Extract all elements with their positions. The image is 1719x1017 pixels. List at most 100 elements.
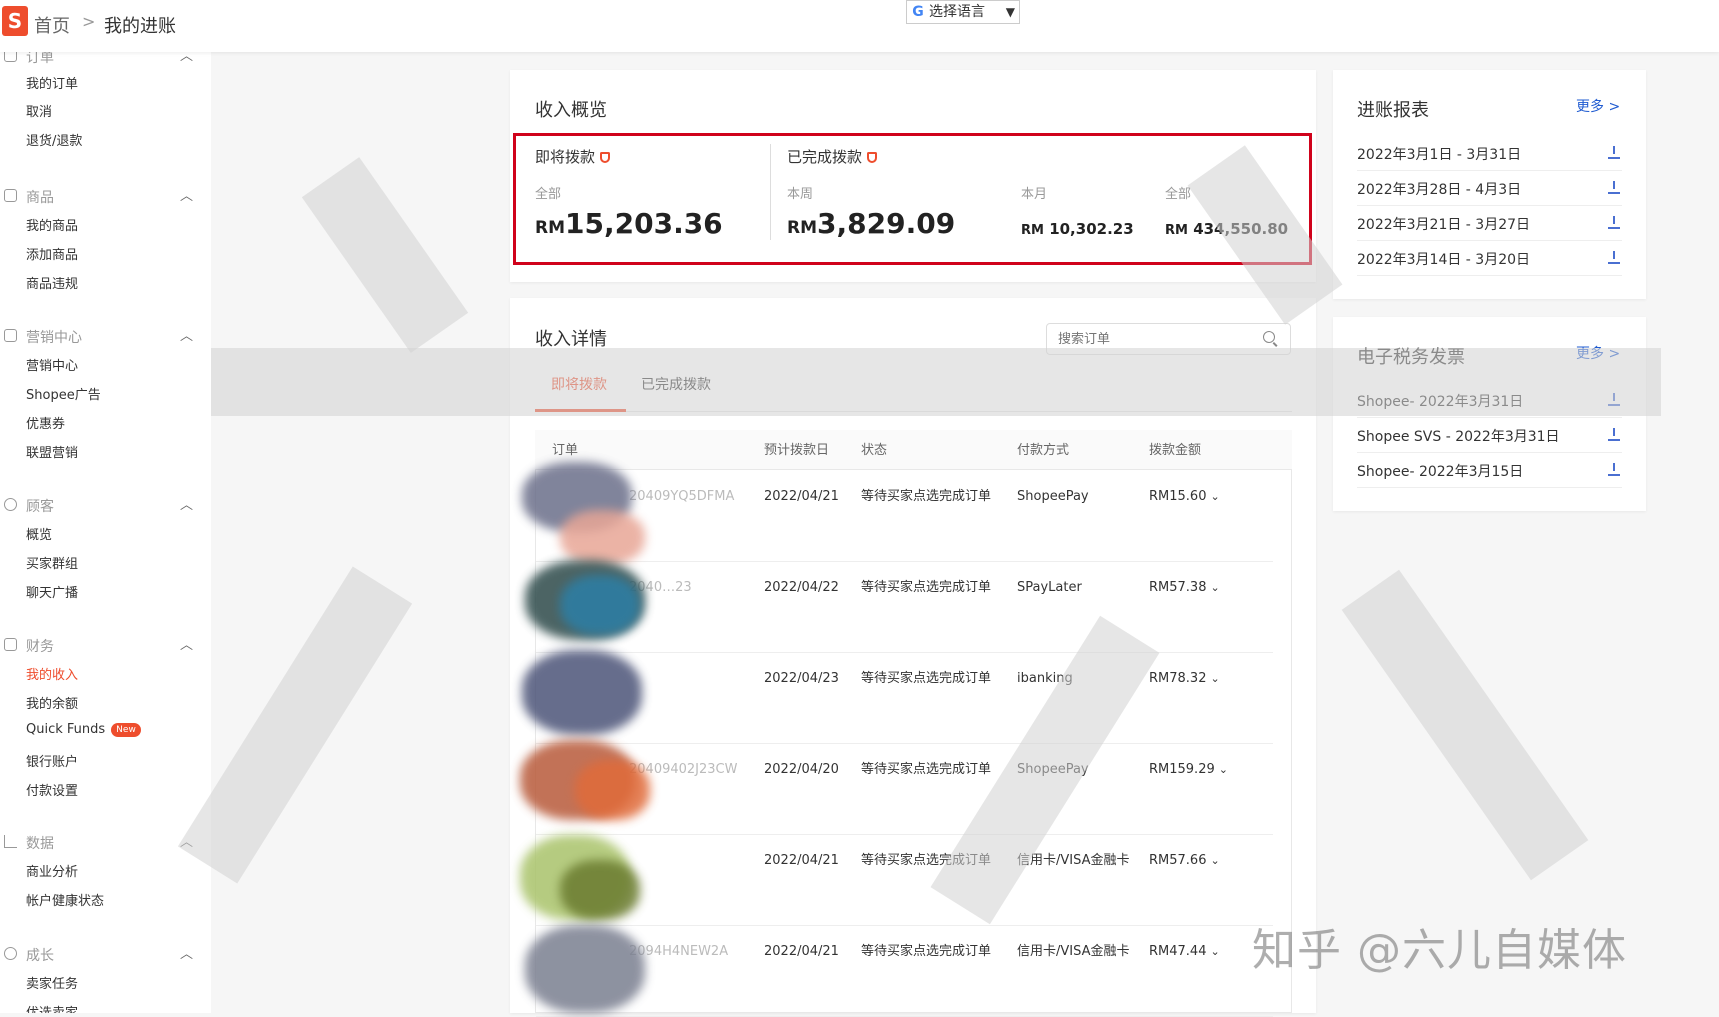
- sidebar-item-my-products[interactable]: 我的商品: [26, 215, 78, 234]
- chevron-up-icon[interactable]: ︿: [180, 52, 193, 64]
- download-icon[interactable]: [1608, 251, 1620, 265]
- cell-method: SPayLater: [1017, 580, 1082, 595]
- sidebar-item-affiliate[interactable]: 联盟营销: [26, 442, 78, 461]
- sidebar-section-header[interactable]: 成长 ︿: [0, 944, 211, 966]
- sidebar-item-vouchers[interactable]: 优惠券: [26, 413, 65, 432]
- cell-method: 信用卡/VISA金融卡: [1017, 944, 1130, 959]
- download-icon[interactable]: [1608, 216, 1620, 230]
- report-row[interactable]: 2022年3月28日 - 4月3日: [1357, 171, 1622, 206]
- chevron-up-icon[interactable]: ︿: [180, 943, 193, 962]
- report-row[interactable]: 2022年3月14日 - 3月20日: [1357, 241, 1622, 276]
- report-row[interactable]: 2022年3月1日 - 3月31日: [1357, 136, 1622, 171]
- cell-amount[interactable]: RM159.29 ⌄: [1149, 762, 1228, 777]
- language-selector[interactable]: G 选择语言 ▼: [906, 0, 1020, 24]
- chart-icon: [4, 835, 17, 848]
- sidebar-item-buyer-groups[interactable]: 买家群组: [26, 553, 78, 572]
- sidebar-item-my-orders[interactable]: 我的订单: [26, 73, 78, 92]
- chevron-up-icon[interactable]: ︿: [180, 185, 193, 204]
- cell-date: 2022/04/20: [764, 762, 839, 777]
- sidebar-item-violations[interactable]: 商品违规: [26, 273, 78, 292]
- download-icon[interactable]: [1608, 146, 1620, 160]
- amount-value: 10,302.23: [1049, 220, 1134, 238]
- sidebar-item-seller-missions[interactable]: 卖家任务: [26, 973, 78, 992]
- invoices-more-link[interactable]: 更多 >: [1576, 343, 1620, 363]
- sidebar-item-shopee-ads[interactable]: Shopee广告: [26, 384, 101, 403]
- invoice-row[interactable]: Shopee- 2022年3月31日: [1357, 383, 1622, 418]
- sidebar-section-header[interactable]: 顾客 ︿: [0, 495, 211, 517]
- chevron-down-icon[interactable]: ⌄: [1210, 854, 1219, 867]
- chevron-up-icon[interactable]: ︿: [180, 634, 193, 653]
- sidebar-item-chat-broadcast[interactable]: 聊天广播: [26, 582, 78, 601]
- cell-date: 2022/04/23: [764, 671, 839, 686]
- reports-more-link[interactable]: 更多 >: [1576, 96, 1620, 116]
- cell-status: 等待买家点选完成订单: [861, 762, 992, 777]
- chevron-down-icon[interactable]: ⌄: [1219, 763, 1228, 776]
- tab-completed[interactable]: 已完成拨款: [641, 374, 711, 394]
- chevron-up-icon[interactable]: ︿: [180, 831, 193, 850]
- sidebar-item-marketing-centre[interactable]: 营销中心: [26, 355, 78, 374]
- table-row[interactable]: 2022/04/23 等待买家点选完成订单 ibanking RM78.32 ⌄: [536, 652, 1273, 744]
- cell-amount[interactable]: RM78.32 ⌄: [1149, 671, 1220, 686]
- sidebar-item-payment-settings[interactable]: 付款设置: [26, 780, 78, 799]
- chevron-down-icon[interactable]: ⌄: [1210, 490, 1219, 503]
- download-icon[interactable]: [1608, 463, 1620, 477]
- watermark-stroke: [1341, 569, 1589, 881]
- sidebar-item-add-product[interactable]: 添加商品: [26, 244, 78, 263]
- sidebar-item-cancel[interactable]: 取消: [26, 101, 52, 120]
- invoice-row[interactable]: Shopee SVS - 2022年3月31日: [1357, 418, 1622, 453]
- sidebar-item-my-income[interactable]: 我的收入: [26, 664, 78, 683]
- section-title: 顾客: [26, 499, 54, 515]
- sidebar-section-header[interactable]: 数据 ︿: [0, 832, 211, 854]
- sidebar-item-returns[interactable]: 退货/退款: [26, 130, 82, 149]
- cell-amount[interactable]: RM57.38 ⌄: [1149, 580, 1220, 595]
- sidebar-item-my-balance[interactable]: 我的余额: [26, 693, 78, 712]
- sidebar-section-header[interactable]: 营销中心 ︿: [0, 326, 211, 348]
- cell-amount[interactable]: RM15.60 ⌄: [1149, 489, 1220, 504]
- sidebar-item-bank-accounts[interactable]: 银行账户: [26, 751, 78, 770]
- redaction-smear: [560, 860, 640, 920]
- sidebar-item-preferred-seller[interactable]: 优选卖家: [26, 1002, 78, 1013]
- chevron-up-icon[interactable]: ︿: [180, 325, 193, 344]
- sidebar-item-overview[interactable]: 概览: [26, 524, 52, 543]
- cell-amount[interactable]: RM47.44 ⌄: [1149, 944, 1220, 959]
- section-title: 营销中心: [26, 330, 82, 346]
- sidebar-item-account-health[interactable]: 帐户健康状态: [26, 890, 104, 909]
- table-row[interactable]: 2022/04/21 等待买家点选完成订单 信用卡/VISA金融卡 RM57.66 ⌄: [536, 834, 1273, 926]
- cell-amount[interactable]: RM57.66 ⌄: [1149, 853, 1220, 868]
- upcoming-amount: RM15,203.36: [535, 207, 723, 240]
- week-sub: 本周: [787, 187, 814, 202]
- currency: RM: [1021, 223, 1044, 238]
- table-row[interactable]: 2094H4NEW2A 2022/04/21 等待买家点选完成订单 信用卡/VISA金…: [536, 925, 1273, 1017]
- tab-active-indicator: [535, 409, 626, 412]
- download-icon[interactable]: [1608, 393, 1620, 407]
- search-orders-input[interactable]: [1046, 323, 1291, 355]
- sidebar-section-header[interactable]: 订单 ︿: [0, 52, 211, 68]
- redaction-smear: [525, 925, 645, 1013]
- week-amount: RM3,829.09: [787, 207, 955, 240]
- chevron-up-icon[interactable]: ︿: [180, 494, 193, 513]
- overview-highlight-box: [513, 133, 1312, 265]
- report-row[interactable]: 2022年3月21日 - 3月27日: [1357, 206, 1622, 241]
- tab-upcoming[interactable]: 即将拨款: [551, 374, 607, 394]
- breadcrumb-separator-icon: >: [82, 12, 96, 31]
- sidebar-section-header[interactable]: 商品 ︿: [0, 186, 211, 208]
- reports-title: 进账报表: [1357, 100, 1429, 121]
- redaction-smear: [560, 510, 645, 565]
- download-icon[interactable]: [1608, 428, 1620, 442]
- chevron-down-icon[interactable]: ⌄: [1210, 581, 1219, 594]
- search-icon[interactable]: [1263, 331, 1275, 343]
- table-row[interactable]: 20409YQ5DFMA 2022/04/21 等待买家点选完成订单 ShopeePa…: [536, 470, 1273, 562]
- redaction-smear: [575, 760, 650, 820]
- table-row[interactable]: 2040…23 2022/04/22 等待买家点选完成订单 SPayLater RM57…: [536, 561, 1273, 653]
- chevron-down-icon[interactable]: ⌄: [1210, 945, 1219, 958]
- shopee-logo-icon[interactable]: S: [2, 6, 28, 36]
- download-icon[interactable]: [1608, 181, 1620, 195]
- sidebar-item-business-insights[interactable]: 商业分析: [26, 861, 78, 880]
- invoices-title: 电子税务发票: [1357, 347, 1465, 368]
- invoice-row[interactable]: Shopee- 2022年3月15日: [1357, 453, 1622, 488]
- amount-value: RM57.38: [1149, 580, 1207, 595]
- sidebar-section-header[interactable]: 财务 ︿: [0, 635, 211, 657]
- sidebar-item-quick-funds[interactable]: Quick Funds New: [26, 722, 141, 737]
- chevron-down-icon[interactable]: ⌄: [1210, 672, 1219, 685]
- breadcrumb-home[interactable]: 首页: [34, 12, 70, 38]
